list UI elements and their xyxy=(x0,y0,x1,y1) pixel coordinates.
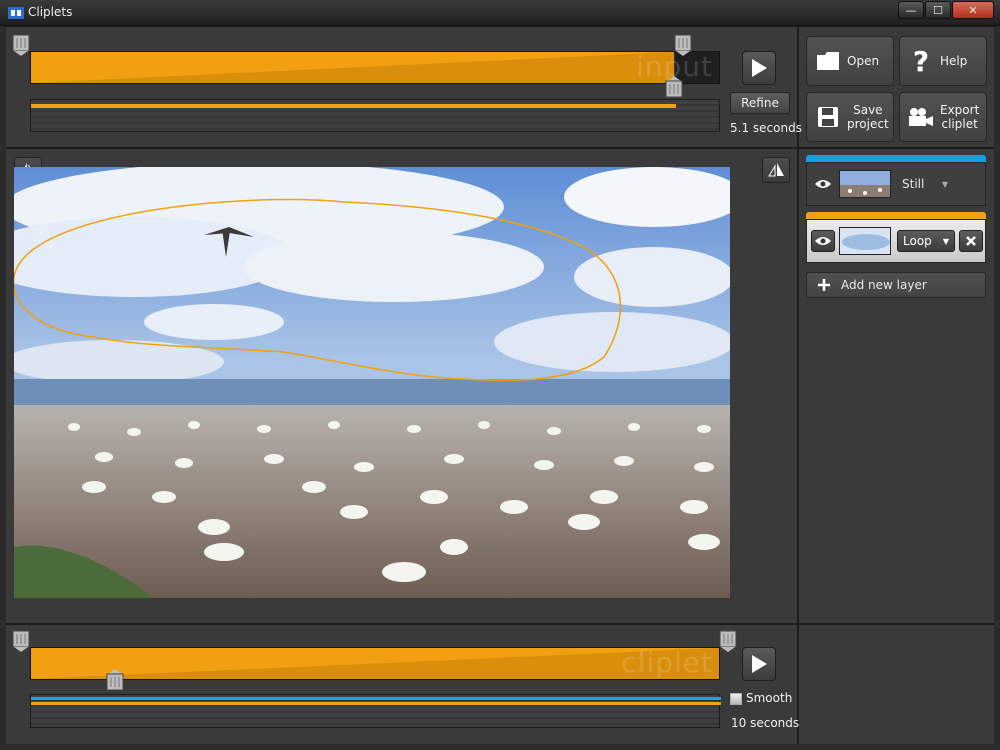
layer-loop-thumbnail xyxy=(839,227,891,255)
input-overview-track[interactable] xyxy=(30,99,720,132)
camera-icon xyxy=(908,104,934,130)
output-duration: 10 seconds xyxy=(731,716,800,730)
layer-still-visibility-button[interactable] xyxy=(811,173,835,195)
layer-loop-strip xyxy=(806,212,986,219)
output-timeline-label: cliplet xyxy=(621,646,713,679)
layer-loop-mode: Loop xyxy=(903,234,932,248)
output-timeline-track[interactable]: cliplet xyxy=(30,646,720,680)
input-duration: 5.1 seconds xyxy=(730,121,802,135)
output-overview-bar-orange xyxy=(31,702,721,705)
plus-icon xyxy=(818,279,830,291)
chevron-down-icon: ▼ xyxy=(941,179,948,189)
add-layer-label: Add new layer xyxy=(841,278,927,292)
app-icon xyxy=(8,7,24,19)
window-frame-right xyxy=(994,26,1000,750)
save-label-line2: project xyxy=(847,117,889,131)
open-button[interactable]: Open xyxy=(806,36,894,86)
close-button[interactable]: ✕ xyxy=(952,1,994,19)
eye-icon xyxy=(815,237,831,245)
layer-still-body: Still ▼ xyxy=(806,162,986,206)
export-cliplet-label: Export cliplet xyxy=(940,103,979,131)
layer-loop-body: Loop ▼ xyxy=(806,219,986,263)
input-timeline-fill xyxy=(31,52,675,83)
smooth-checkbox[interactable] xyxy=(730,693,742,705)
input-timeline-track[interactable]: input xyxy=(30,50,720,84)
input-end-handle[interactable] xyxy=(674,34,692,56)
mirror-right-icon xyxy=(768,163,784,177)
smooth-label: Smooth xyxy=(746,691,793,705)
delete-layer-button[interactable] xyxy=(959,230,983,252)
output-end-handle[interactable] xyxy=(719,630,737,652)
output-play-button[interactable] xyxy=(742,647,776,681)
help-button[interactable]: ? Help xyxy=(899,36,987,86)
export-cliplet-button[interactable]: Export cliplet xyxy=(899,92,987,142)
window-title: Cliplets xyxy=(28,5,73,19)
layer-still-mode-dropdown[interactable]: Still ▼ xyxy=(897,173,953,195)
input-overview-bar xyxy=(31,104,676,108)
layer-still-strip xyxy=(806,155,986,162)
input-start-handle[interactable] xyxy=(12,34,30,56)
x-icon xyxy=(966,236,976,246)
output-overview-track[interactable] xyxy=(30,694,721,728)
layer-still-mode: Still xyxy=(902,177,925,191)
layer-loop-mode-dropdown[interactable]: Loop ▼ xyxy=(897,230,955,252)
title-bar: Cliplets — ☐ ✕ xyxy=(0,0,1000,26)
folder-icon xyxy=(815,48,841,74)
output-overview-bar-blue xyxy=(31,697,721,700)
layer-still[interactable]: Still ▼ xyxy=(806,155,986,206)
export-label-line2: cliplet xyxy=(941,117,978,131)
video-scene xyxy=(14,167,730,598)
input-play-button[interactable] xyxy=(742,51,776,85)
play-icon xyxy=(752,655,767,673)
play-icon xyxy=(752,59,767,77)
maximize-button[interactable]: ☐ xyxy=(925,1,951,19)
floppy-icon xyxy=(815,104,841,130)
save-project-label: Save project xyxy=(847,103,889,131)
output-playhead-handle[interactable] xyxy=(106,669,124,691)
export-label-line1: Export xyxy=(940,103,980,117)
input-loop-handle[interactable] xyxy=(665,76,683,98)
minimize-button[interactable]: — xyxy=(898,1,924,19)
add-layer-button[interactable]: Add new layer xyxy=(806,272,986,298)
refine-button[interactable]: Refine xyxy=(730,92,790,114)
video-preview[interactable] xyxy=(14,167,730,598)
save-label-line1: Save xyxy=(853,103,883,117)
chevron-down-icon: ▼ xyxy=(942,236,949,246)
eye-icon xyxy=(815,180,831,188)
question-icon: ? xyxy=(912,44,930,78)
save-project-button[interactable]: Save project xyxy=(806,92,894,142)
help-label: Help xyxy=(940,54,968,68)
mirror-right-button[interactable] xyxy=(762,157,790,183)
layer-loop[interactable]: Loop ▼ xyxy=(806,212,986,263)
output-start-handle[interactable] xyxy=(12,630,30,652)
layer-still-thumbnail xyxy=(839,170,891,198)
layer-loop-visibility-button[interactable] xyxy=(811,230,835,252)
output-timeline-fill xyxy=(31,648,719,679)
window-frame-bottom xyxy=(0,744,1000,750)
open-label: Open xyxy=(847,54,880,68)
bottom-right-panel xyxy=(799,625,994,744)
